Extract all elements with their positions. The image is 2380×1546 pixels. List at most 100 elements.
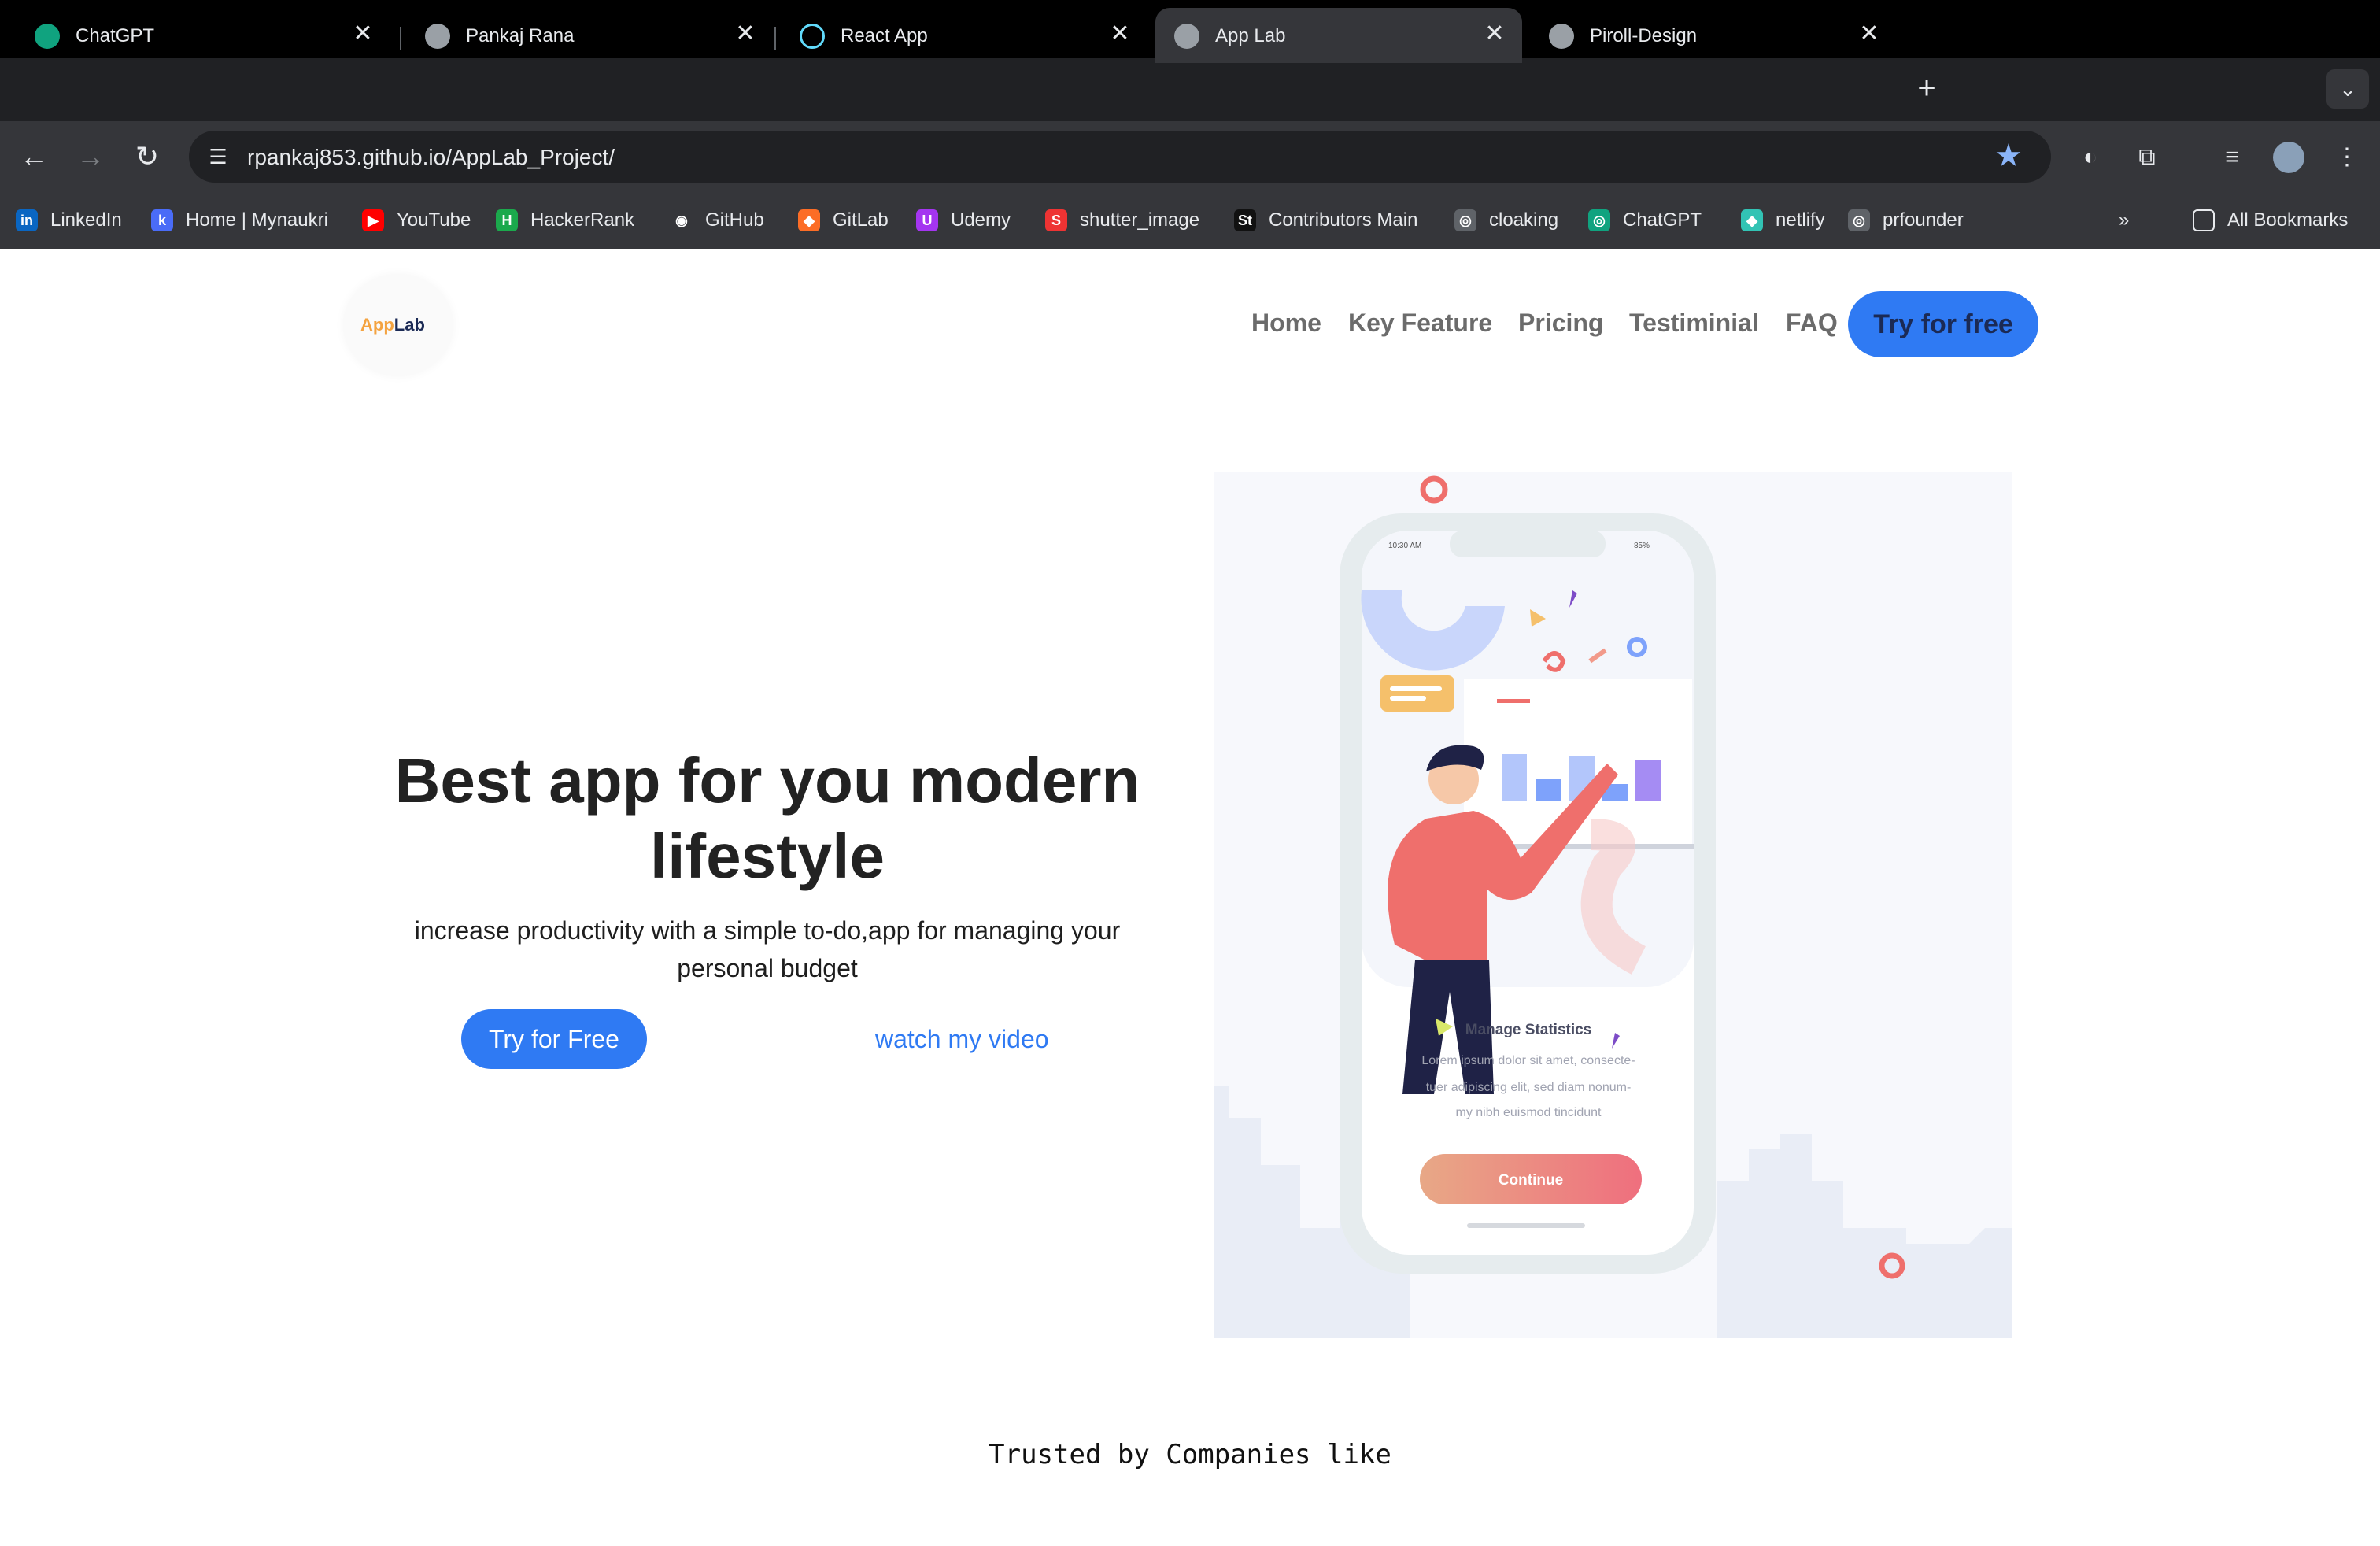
page-content — [0, 249, 2380, 1546]
bookmark-icon: ▶ — [362, 209, 384, 231]
bookmark-label: Contributors Main — [1269, 209, 1418, 231]
bookmark-label: LinkedIn — [50, 209, 122, 231]
logo-part-lab: Lab — [394, 315, 425, 335]
all-bookmarks-label: All Bookmarks — [2227, 209, 2349, 231]
folder-icon — [2193, 209, 2215, 231]
watch-video-link[interactable]: watch my video — [875, 1025, 1049, 1054]
nav-faq[interactable]: FAQ — [1786, 309, 1838, 338]
bookmark-hackerrank[interactable]: H HackerRank — [496, 206, 634, 235]
bookmarks-overflow-icon[interactable]: » — [2119, 206, 2129, 235]
forward-icon[interactable]: → — [72, 139, 109, 175]
extension-icon[interactable]: ◐ — [2075, 142, 2106, 173]
bookmark-cloaking[interactable]: ◎ cloaking — [1454, 206, 1558, 235]
menu-icon[interactable]: ⋮ — [2331, 142, 2363, 173]
tab-divider — [400, 27, 401, 50]
site-info-icon[interactable]: ☰ — [201, 140, 235, 173]
close-icon[interactable]: ✕ — [1107, 20, 1133, 47]
card-text-3: my nibh euismod tincidunt — [1456, 1106, 1602, 1119]
tab-pankaj-rana[interactable]: Pankaj Rana ✕ — [406, 8, 773, 63]
tab-react-app[interactable]: React App ✕ — [781, 8, 1148, 63]
bookmark-prfounder[interactable]: ◎ prfounder — [1848, 206, 1964, 235]
bookmark-home-mynaukri[interactable]: k Home | Mynaukri — [151, 206, 328, 235]
card-title: Manage Statistics — [1465, 1022, 1592, 1038]
applab-logo[interactable]: AppLab — [343, 274, 453, 376]
bookmark-contributors-main[interactable]: St Contributors Main — [1234, 206, 1417, 235]
tab-title: Pankaj Rana — [466, 25, 575, 46]
bookmark-youtube[interactable]: ▶ YouTube — [362, 206, 471, 235]
tab-chatgpt[interactable]: ChatGPT ✕ — [16, 8, 390, 63]
bookmark-icon: H — [496, 209, 518, 231]
globe-icon — [425, 24, 450, 49]
bookmark-icon: ◎ — [1588, 209, 1610, 231]
reading-list-icon[interactable]: ≡ — [2216, 142, 2248, 173]
bookmark-linkedin[interactable]: in LinkedIn — [16, 206, 122, 235]
bookmark-icon: St — [1234, 209, 1256, 231]
bookmark-label: GitHub — [705, 209, 764, 231]
logo-text: AppLab — [360, 315, 425, 335]
bookmark-shutter-image[interactable]: Sshutter_image — [1045, 206, 1199, 235]
bookmark-icon: ◉ — [671, 209, 693, 231]
nav-home[interactable]: Home — [1251, 309, 1321, 338]
chatgpt-icon — [35, 24, 60, 49]
bookmark-label: Home | Mynaukri — [186, 209, 328, 231]
bookmark-label: Udemy — [951, 209, 1011, 231]
globe-icon — [1549, 24, 1574, 49]
nav-key-feature[interactable]: Key Feature — [1348, 309, 1492, 338]
bookmark-label: cloaking — [1489, 209, 1559, 231]
hero-title: Best app for you modern lifestyle — [394, 745, 1140, 891]
globe-icon — [1174, 24, 1199, 49]
hero-illustration: 10:30 AM 85% Manage Statistics Lorem ips… — [1214, 472, 2012, 1338]
bookmark-label: HackerRank — [530, 209, 635, 231]
react-icon — [800, 24, 825, 49]
reload-icon[interactable]: ↻ — [129, 139, 165, 175]
bookmark-label: prfounder — [1883, 209, 1964, 231]
bookmark-label: netlify — [1776, 209, 1825, 231]
phone-battery: 85% — [1634, 542, 1650, 550]
all-bookmarks[interactable]: All Bookmarks — [2193, 206, 2348, 235]
tab-title: Piroll-Design — [1590, 25, 1698, 46]
bookmark-chatgpt[interactable]: ◎ ChatGPT — [1588, 206, 1702, 235]
tab-title: React App — [841, 25, 928, 46]
bookmark-icon: ◆ — [798, 209, 820, 231]
url-text[interactable]: rpankaj853.github.io/AppLab_Project/ — [247, 145, 615, 170]
nav-testimonial[interactable]: Testiminial — [1629, 309, 1759, 338]
tab-divider — [774, 27, 776, 50]
bookmark-icon: ◎ — [1454, 209, 1476, 231]
bookmark-gitlab[interactable]: ◆ GitLab — [798, 206, 889, 235]
bookmark-label: YouTube — [397, 209, 471, 231]
bookmark-label: GitLab — [833, 209, 889, 231]
card-text-1: Lorem ipsum dolor sit amet, consecte- — [1421, 1054, 1635, 1067]
new-tab-button[interactable]: + — [1909, 72, 1944, 107]
try-for-free-nav-button[interactable]: Try for free — [1848, 291, 2038, 357]
bookmark-netlify[interactable]: ◆ netlify — [1741, 206, 1825, 235]
logo-part-app: App — [360, 315, 394, 335]
continue-label: Continue — [1499, 1172, 1563, 1189]
close-icon[interactable]: ✕ — [349, 20, 376, 47]
avatar[interactable] — [2273, 142, 2304, 173]
tab-title: ChatGPT — [76, 25, 155, 46]
phone-time: 10:30 AM — [1388, 542, 1421, 550]
nav-pricing[interactable]: Pricing — [1518, 309, 1603, 338]
bookmark-icon: in — [16, 209, 38, 231]
bookmark-icon: S — [1045, 209, 1067, 231]
puzzle-icon[interactable]: ⧉ — [2131, 142, 2163, 173]
try-for-free-button[interactable]: Try for Free — [461, 1009, 647, 1069]
bookmark-label: ChatGPT — [1623, 209, 1702, 231]
close-icon[interactable]: ✕ — [1481, 20, 1508, 47]
bookmark-icon: ◆ — [1741, 209, 1763, 231]
back-icon[interactable]: ← — [16, 139, 52, 175]
close-icon[interactable]: ✕ — [1856, 20, 1883, 47]
tab-app-lab[interactable]: App Lab ✕ — [1155, 8, 1522, 63]
card-text-2: tuer adipiscing elit, sed diam nonum- — [1426, 1081, 1632, 1094]
tab-strip — [0, 58, 2380, 121]
bookmark-label: shutter_image — [1080, 209, 1200, 231]
bookmark-star-icon[interactable]: ★ — [1994, 140, 2023, 172]
bookmark-icon: U — [916, 209, 938, 231]
trusted-by-heading: Trusted by Companies like — [989, 1439, 1391, 1470]
bookmark-github[interactable]: ◉ GitHub — [671, 206, 764, 235]
tab-search-button[interactable]: ⌄ — [2326, 69, 2369, 109]
tab-piroll-design[interactable]: Piroll-Design ✕ — [1530, 8, 1897, 63]
tab-title: App Lab — [1215, 25, 1286, 46]
close-icon[interactable]: ✕ — [732, 20, 759, 47]
bookmark-udemy[interactable]: U Udemy — [916, 206, 1011, 235]
